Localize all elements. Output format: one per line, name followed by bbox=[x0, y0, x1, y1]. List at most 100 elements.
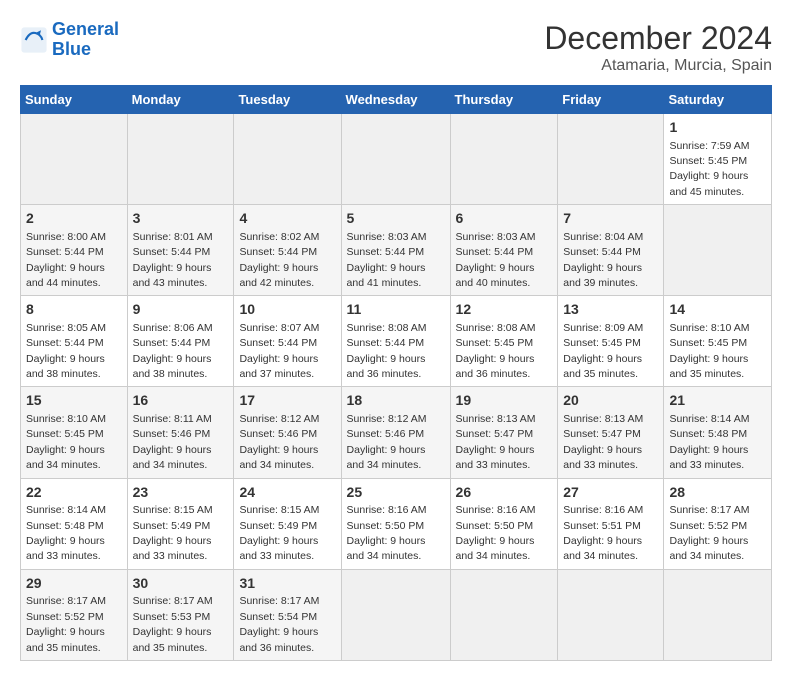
day-info: Sunrise: 7:59 AMSunset: 5:45 PMDaylight:… bbox=[669, 140, 749, 198]
day-number: 1 bbox=[669, 118, 766, 138]
day-number: 13 bbox=[563, 300, 658, 320]
day-info: Sunrise: 8:00 AMSunset: 5:44 PMDaylight:… bbox=[26, 231, 106, 289]
day-cell bbox=[664, 569, 772, 660]
day-cell: 4Sunrise: 8:02 AMSunset: 5:44 PMDaylight… bbox=[234, 205, 341, 296]
day-number: 28 bbox=[669, 483, 766, 503]
week-row: 29Sunrise: 8:17 AMSunset: 5:52 PMDayligh… bbox=[21, 569, 772, 660]
day-number: 26 bbox=[456, 483, 553, 503]
day-info: Sunrise: 8:08 AMSunset: 5:44 PMDaylight:… bbox=[347, 322, 427, 380]
day-cell: 27Sunrise: 8:16 AMSunset: 5:51 PMDayligh… bbox=[558, 478, 664, 569]
day-cell: 1Sunrise: 7:59 AMSunset: 5:45 PMDaylight… bbox=[664, 114, 772, 205]
logo-icon bbox=[20, 26, 48, 54]
day-info: Sunrise: 8:07 AMSunset: 5:44 PMDaylight:… bbox=[239, 322, 319, 380]
empty-cell bbox=[127, 114, 234, 205]
day-info: Sunrise: 8:16 AMSunset: 5:50 PMDaylight:… bbox=[347, 504, 427, 562]
calendar-table: SundayMondayTuesdayWednesdayThursdayFrid… bbox=[20, 85, 772, 661]
day-info: Sunrise: 8:05 AMSunset: 5:44 PMDaylight:… bbox=[26, 322, 106, 380]
day-number: 23 bbox=[133, 483, 229, 503]
day-cell bbox=[450, 569, 558, 660]
day-cell: 12Sunrise: 8:08 AMSunset: 5:45 PMDayligh… bbox=[450, 296, 558, 387]
day-cell: 24Sunrise: 8:15 AMSunset: 5:49 PMDayligh… bbox=[234, 478, 341, 569]
header-tuesday: Tuesday bbox=[234, 86, 341, 114]
day-info: Sunrise: 8:10 AMSunset: 5:45 PMDaylight:… bbox=[669, 322, 749, 380]
day-number: 15 bbox=[26, 391, 122, 411]
month-title: December 2024 bbox=[544, 20, 772, 57]
day-cell bbox=[664, 205, 772, 296]
title-block: December 2024 Atamaria, Murcia, Spain bbox=[544, 20, 772, 75]
day-info: Sunrise: 8:13 AMSunset: 5:47 PMDaylight:… bbox=[563, 413, 643, 471]
empty-cell bbox=[21, 114, 128, 205]
day-info: Sunrise: 8:15 AMSunset: 5:49 PMDaylight:… bbox=[239, 504, 319, 562]
day-cell: 13Sunrise: 8:09 AMSunset: 5:45 PMDayligh… bbox=[558, 296, 664, 387]
day-info: Sunrise: 8:17 AMSunset: 5:54 PMDaylight:… bbox=[239, 595, 319, 653]
day-cell: 10Sunrise: 8:07 AMSunset: 5:44 PMDayligh… bbox=[234, 296, 341, 387]
week-row: 1Sunrise: 7:59 AMSunset: 5:45 PMDaylight… bbox=[21, 114, 772, 205]
day-info: Sunrise: 8:17 AMSunset: 5:53 PMDaylight:… bbox=[133, 595, 213, 653]
day-number: 20 bbox=[563, 391, 658, 411]
header-thursday: Thursday bbox=[450, 86, 558, 114]
empty-cell bbox=[450, 114, 558, 205]
day-cell: 6Sunrise: 8:03 AMSunset: 5:44 PMDaylight… bbox=[450, 205, 558, 296]
week-row: 8Sunrise: 8:05 AMSunset: 5:44 PMDaylight… bbox=[21, 296, 772, 387]
day-number: 12 bbox=[456, 300, 553, 320]
day-cell: 9Sunrise: 8:06 AMSunset: 5:44 PMDaylight… bbox=[127, 296, 234, 387]
day-cell bbox=[558, 569, 664, 660]
day-info: Sunrise: 8:03 AMSunset: 5:44 PMDaylight:… bbox=[456, 231, 536, 289]
location: Atamaria, Murcia, Spain bbox=[544, 57, 772, 75]
day-cell: 11Sunrise: 8:08 AMSunset: 5:44 PMDayligh… bbox=[341, 296, 450, 387]
day-info: Sunrise: 8:16 AMSunset: 5:50 PMDaylight:… bbox=[456, 504, 536, 562]
day-cell: 14Sunrise: 8:10 AMSunset: 5:45 PMDayligh… bbox=[664, 296, 772, 387]
day-info: Sunrise: 8:08 AMSunset: 5:45 PMDaylight:… bbox=[456, 322, 536, 380]
day-info: Sunrise: 8:03 AMSunset: 5:44 PMDaylight:… bbox=[347, 231, 427, 289]
day-cell: 30Sunrise: 8:17 AMSunset: 5:53 PMDayligh… bbox=[127, 569, 234, 660]
day-cell: 7Sunrise: 8:04 AMSunset: 5:44 PMDaylight… bbox=[558, 205, 664, 296]
day-number: 16 bbox=[133, 391, 229, 411]
day-number: 30 bbox=[133, 574, 229, 594]
day-info: Sunrise: 8:12 AMSunset: 5:46 PMDaylight:… bbox=[239, 413, 319, 471]
day-cell: 15Sunrise: 8:10 AMSunset: 5:45 PMDayligh… bbox=[21, 387, 128, 478]
day-cell: 8Sunrise: 8:05 AMSunset: 5:44 PMDaylight… bbox=[21, 296, 128, 387]
day-cell: 2Sunrise: 8:00 AMSunset: 5:44 PMDaylight… bbox=[21, 205, 128, 296]
day-info: Sunrise: 8:14 AMSunset: 5:48 PMDaylight:… bbox=[26, 504, 106, 562]
day-info: Sunrise: 8:17 AMSunset: 5:52 PMDaylight:… bbox=[669, 504, 749, 562]
day-cell: 31Sunrise: 8:17 AMSunset: 5:54 PMDayligh… bbox=[234, 569, 341, 660]
day-info: Sunrise: 8:16 AMSunset: 5:51 PMDaylight:… bbox=[563, 504, 643, 562]
day-info: Sunrise: 8:10 AMSunset: 5:45 PMDaylight:… bbox=[26, 413, 106, 471]
day-number: 4 bbox=[239, 209, 335, 229]
day-number: 8 bbox=[26, 300, 122, 320]
day-number: 29 bbox=[26, 574, 122, 594]
day-info: Sunrise: 8:17 AMSunset: 5:52 PMDaylight:… bbox=[26, 595, 106, 653]
day-info: Sunrise: 8:15 AMSunset: 5:49 PMDaylight:… bbox=[133, 504, 213, 562]
day-cell: 19Sunrise: 8:13 AMSunset: 5:47 PMDayligh… bbox=[450, 387, 558, 478]
day-number: 6 bbox=[456, 209, 553, 229]
day-number: 10 bbox=[239, 300, 335, 320]
day-number: 21 bbox=[669, 391, 766, 411]
page-header: GeneralBlue December 2024 Atamaria, Murc… bbox=[20, 20, 772, 75]
day-number: 31 bbox=[239, 574, 335, 594]
day-number: 2 bbox=[26, 209, 122, 229]
day-number: 19 bbox=[456, 391, 553, 411]
day-info: Sunrise: 8:02 AMSunset: 5:44 PMDaylight:… bbox=[239, 231, 319, 289]
day-cell: 25Sunrise: 8:16 AMSunset: 5:50 PMDayligh… bbox=[341, 478, 450, 569]
empty-cell bbox=[341, 114, 450, 205]
day-number: 7 bbox=[563, 209, 658, 229]
logo-text: GeneralBlue bbox=[52, 20, 119, 60]
day-cell: 20Sunrise: 8:13 AMSunset: 5:47 PMDayligh… bbox=[558, 387, 664, 478]
day-cell: 17Sunrise: 8:12 AMSunset: 5:46 PMDayligh… bbox=[234, 387, 341, 478]
empty-cell bbox=[558, 114, 664, 205]
day-info: Sunrise: 8:04 AMSunset: 5:44 PMDaylight:… bbox=[563, 231, 643, 289]
empty-cell bbox=[234, 114, 341, 205]
header-sunday: Sunday bbox=[21, 86, 128, 114]
day-cell: 29Sunrise: 8:17 AMSunset: 5:52 PMDayligh… bbox=[21, 569, 128, 660]
day-cell: 22Sunrise: 8:14 AMSunset: 5:48 PMDayligh… bbox=[21, 478, 128, 569]
header-monday: Monday bbox=[127, 86, 234, 114]
day-number: 3 bbox=[133, 209, 229, 229]
header-friday: Friday bbox=[558, 86, 664, 114]
day-info: Sunrise: 8:13 AMSunset: 5:47 PMDaylight:… bbox=[456, 413, 536, 471]
week-row: 2Sunrise: 8:00 AMSunset: 5:44 PMDaylight… bbox=[21, 205, 772, 296]
day-cell: 26Sunrise: 8:16 AMSunset: 5:50 PMDayligh… bbox=[450, 478, 558, 569]
day-number: 27 bbox=[563, 483, 658, 503]
day-cell: 18Sunrise: 8:12 AMSunset: 5:46 PMDayligh… bbox=[341, 387, 450, 478]
day-info: Sunrise: 8:14 AMSunset: 5:48 PMDaylight:… bbox=[669, 413, 749, 471]
day-cell: 5Sunrise: 8:03 AMSunset: 5:44 PMDaylight… bbox=[341, 205, 450, 296]
